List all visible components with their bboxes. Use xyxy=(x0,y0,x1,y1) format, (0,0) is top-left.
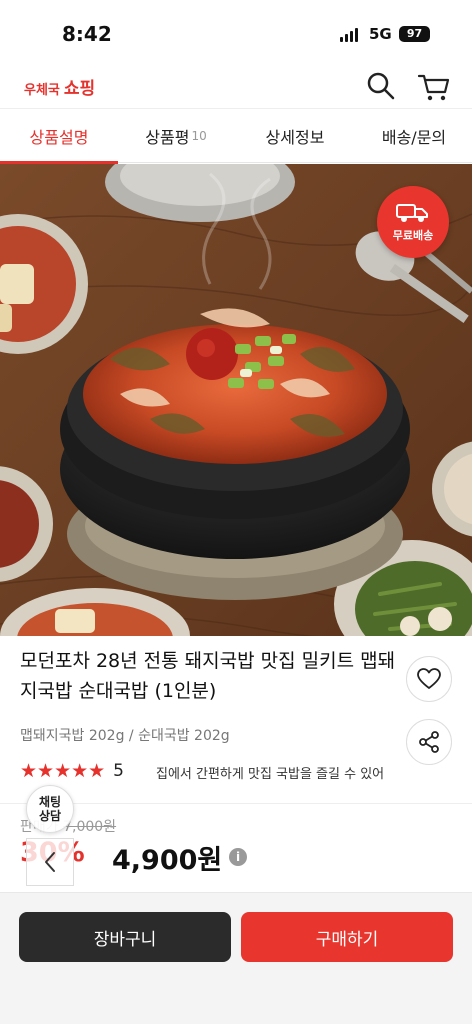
free-shipping-badge: 무료배송 xyxy=(377,186,449,258)
product-options: 맵돼지국밥 202g / 순대국밥 202g xyxy=(20,728,230,744)
sale-price: 4,900원 xyxy=(112,845,223,876)
add-to-cart-button[interactable]: 장바구니 xyxy=(19,912,231,962)
tab-label: 상품평 xyxy=(145,128,190,147)
product-title: 모던포차 28년 전통 돼지국밥 맛집 밀키트 맵돼지국밥 순대국밥 (1인분) xyxy=(20,650,396,702)
rating-stars: ★★★★★ xyxy=(20,760,106,782)
search-icon[interactable] xyxy=(362,68,398,104)
signal-icon xyxy=(340,28,358,42)
chat-label-1: 채팅 xyxy=(38,795,62,809)
status-bar: 8:42 5G 97 xyxy=(0,0,472,62)
review-count: 10 xyxy=(191,129,207,143)
tab-shipping[interactable]: 배송/문의 xyxy=(356,109,472,163)
app-header: 우체국 쇼핑 xyxy=(0,62,472,108)
share-icon xyxy=(419,731,439,753)
rating-score: 5 xyxy=(113,761,124,781)
product-title-area: 모던포차 28년 전통 돼지국밥 맛집 밀키트 맵돼지국밥 순대국밥 (1인분) xyxy=(20,646,400,706)
heart-icon xyxy=(417,668,441,689)
back-button[interactable] xyxy=(26,838,74,886)
chat-label-2: 상담 xyxy=(38,809,62,823)
original-price-value: 7,000원 xyxy=(63,819,117,835)
tab-label: 상품설명 xyxy=(29,128,89,147)
tab-reviews[interactable]: 상품평 10 xyxy=(118,109,234,163)
tab-label: 상세정보 xyxy=(265,128,325,147)
chevron-left-icon xyxy=(45,852,55,872)
free-shipping-label: 무료배송 xyxy=(392,229,434,242)
bottom-action-bar: 장바구니 구매하기 xyxy=(0,892,472,1024)
tab-label: 배송/문의 xyxy=(381,128,447,147)
share-button[interactable] xyxy=(406,719,452,765)
cart-icon[interactable] xyxy=(416,68,452,104)
status-time: 8:42 xyxy=(62,22,112,46)
tab-bar: 상품설명 상품평 10 상세정보 배송/문의 xyxy=(0,108,472,164)
network-type: 5G xyxy=(369,25,392,43)
logo-text-1: 우체국 xyxy=(24,83,60,98)
promo-text: 집에서 간편하게 맛집 국밥을 즐길 수 있어 xyxy=(156,767,385,782)
chat-consult-button[interactable]: 채팅 상담 xyxy=(26,785,74,833)
tab-details[interactable]: 상세정보 xyxy=(234,109,356,163)
tab-description[interactable]: 상품설명 xyxy=(0,109,118,164)
battery-icon: 97 xyxy=(399,26,430,42)
logo[interactable]: 우체국 쇼핑 xyxy=(24,74,95,99)
truck-icon xyxy=(396,204,428,222)
buy-now-button[interactable]: 구매하기 xyxy=(241,912,453,962)
rating[interactable]: ★★★★★ 5 xyxy=(20,760,124,782)
info-icon[interactable]: i xyxy=(229,848,247,866)
logo-text-2: 쇼핑 xyxy=(63,79,96,99)
wishlist-button[interactable] xyxy=(406,656,452,702)
